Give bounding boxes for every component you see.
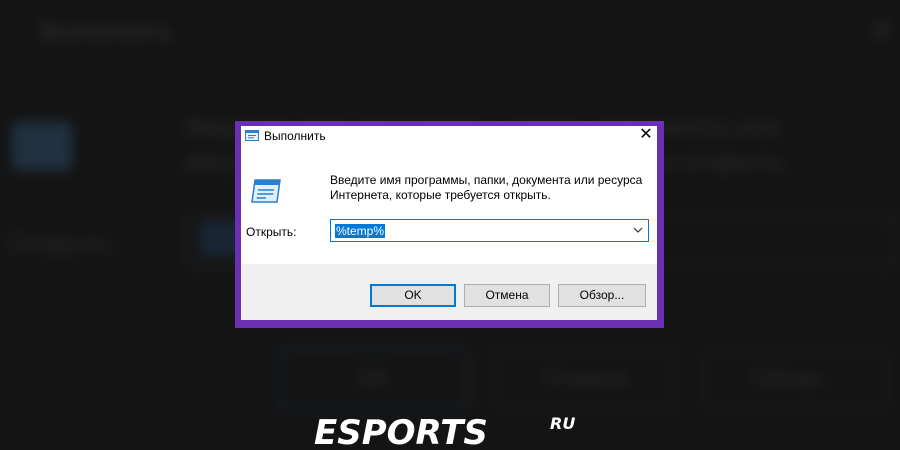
open-label: Открыть: [246, 225, 297, 239]
ok-button[interactable]: OK [370, 284, 456, 307]
bg-close-icon: ✕ [870, 15, 894, 46]
open-combobox[interactable]: %temp% [330, 219, 649, 242]
run-icon [251, 179, 281, 203]
open-input-value[interactable]: %temp% [335, 224, 386, 238]
run-icon [245, 130, 259, 141]
bg-browse-button: Обзор... [706, 348, 886, 410]
button-bar: OK Отмена Обзор... [241, 264, 657, 320]
bg-title: Выполнить [40, 16, 174, 46]
logo-suffix: RU [550, 414, 575, 433]
title-bar: Выполнить ✕ [241, 126, 657, 146]
window-title: Выполнить [264, 129, 326, 143]
logo-text: ESPORTS [314, 414, 488, 448]
bg-cancel-button: Отмена [496, 348, 674, 410]
cancel-button[interactable]: Отмена [464, 284, 550, 307]
description-text: Введите имя программы, папки, документа … [330, 173, 643, 202]
bg-run-icon [12, 122, 72, 170]
esports-logo: ESPORTS RU [314, 414, 575, 448]
bg-open-label: Открыть: [8, 228, 118, 258]
close-icon: ✕ [639, 126, 653, 143]
chevron-down-icon[interactable] [631, 223, 645, 237]
close-button[interactable]: ✕ [635, 126, 657, 146]
dialog-highlight-frame: Выполнить ✕ Введите имя программы, папки… [235, 121, 664, 328]
run-dialog: Выполнить ✕ Введите имя программы, папки… [241, 126, 657, 320]
browse-button[interactable]: Обзор... [558, 284, 646, 307]
bg-ok-button: OK [278, 348, 468, 410]
